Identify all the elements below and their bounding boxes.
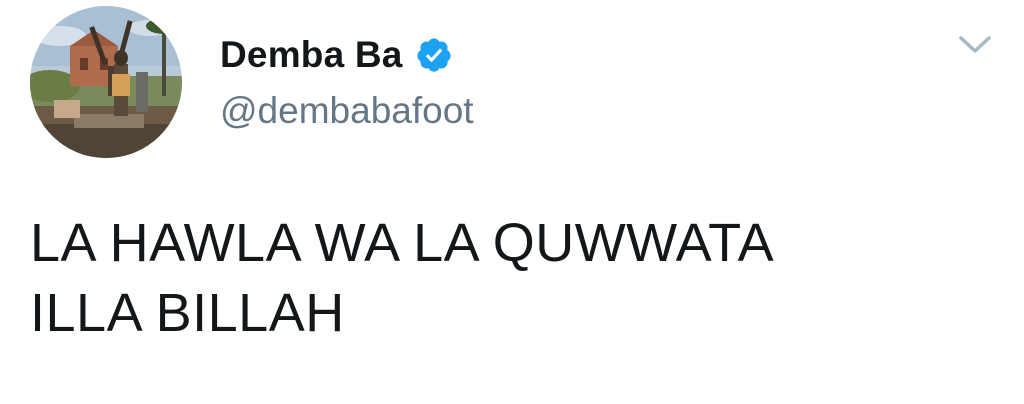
verified-badge-icon: [415, 36, 453, 74]
avatar[interactable]: [30, 6, 182, 158]
tweet-text-line: ILLA BILLAH: [30, 283, 345, 343]
tweet-text-line: LA HAWLA WA LA QUWWATA: [30, 213, 775, 273]
tweet-card: Demba Ba @dembabafoot LA HAWLA WA LA QUW…: [0, 0, 1024, 404]
avatar-photo: [30, 6, 182, 158]
tweet-text: LA HAWLA WA LA QUWWATA ILLA BILLAH: [30, 208, 990, 348]
author-name-row[interactable]: Demba Ba: [220, 32, 453, 78]
chevron-down-icon[interactable]: [958, 34, 992, 56]
user-handle[interactable]: @dembabafoot: [220, 90, 474, 132]
display-name[interactable]: Demba Ba: [220, 34, 403, 76]
